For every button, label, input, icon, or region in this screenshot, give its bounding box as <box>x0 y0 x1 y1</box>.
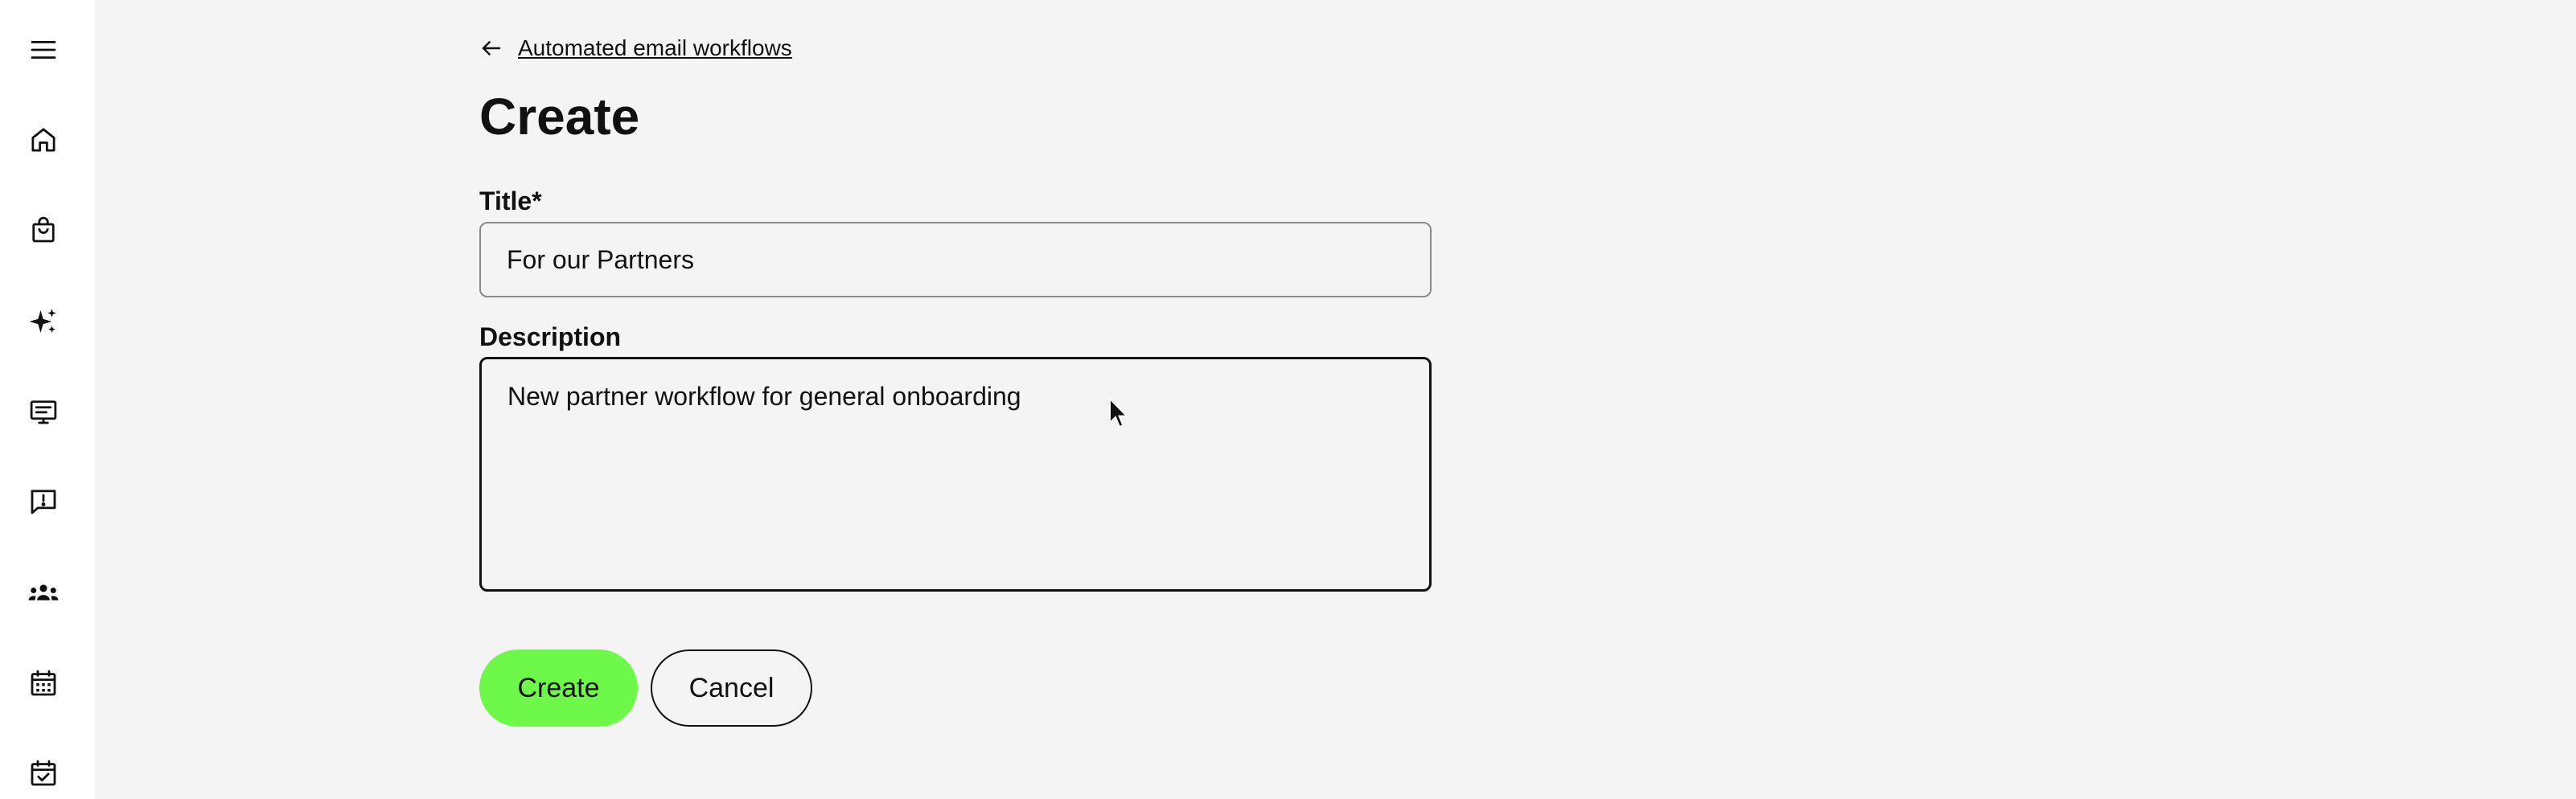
sidebar <box>0 0 95 799</box>
title-field-label: Title* <box>479 186 542 216</box>
nav-feedback[interactable] <box>21 479 66 524</box>
sparkles-icon <box>29 309 56 333</box>
nav-display[interactable] <box>21 389 66 434</box>
display-icon <box>30 400 57 424</box>
description-field-label: Description <box>479 322 622 351</box>
arrow-left-icon <box>482 41 501 55</box>
calendar-icon <box>31 670 56 696</box>
page-title: Create <box>479 88 640 145</box>
nav-shop[interactable] <box>21 207 66 252</box>
create-button[interactable]: Create <box>479 649 638 727</box>
description-textarea[interactable]: New partner workflow for general onboard… <box>479 357 1432 592</box>
nav-home[interactable] <box>21 117 66 162</box>
groups-icon <box>28 584 59 600</box>
nav-calendar[interactable] <box>21 661 66 706</box>
required-marker: * <box>532 186 542 215</box>
nav-groups[interactable] <box>21 571 66 616</box>
calendar-check-icon <box>31 760 56 786</box>
shopping-bag-icon <box>32 216 55 243</box>
feedback-icon <box>31 490 56 514</box>
back-link-label[interactable]: Automated email workflows <box>518 35 792 61</box>
menu-button[interactable] <box>21 27 66 72</box>
cancel-button[interactable]: Cancel <box>651 649 812 727</box>
title-input[interactable] <box>479 222 1432 297</box>
nav-ai[interactable] <box>21 299 66 344</box>
breadcrumb[interactable]: Automated email workflows <box>479 35 792 61</box>
menu-icon <box>31 40 56 59</box>
home-icon <box>31 128 55 152</box>
nav-calendar-check[interactable] <box>21 751 66 796</box>
title-label-text: Title <box>479 186 532 215</box>
mouse-pointer-icon <box>1109 397 1129 428</box>
